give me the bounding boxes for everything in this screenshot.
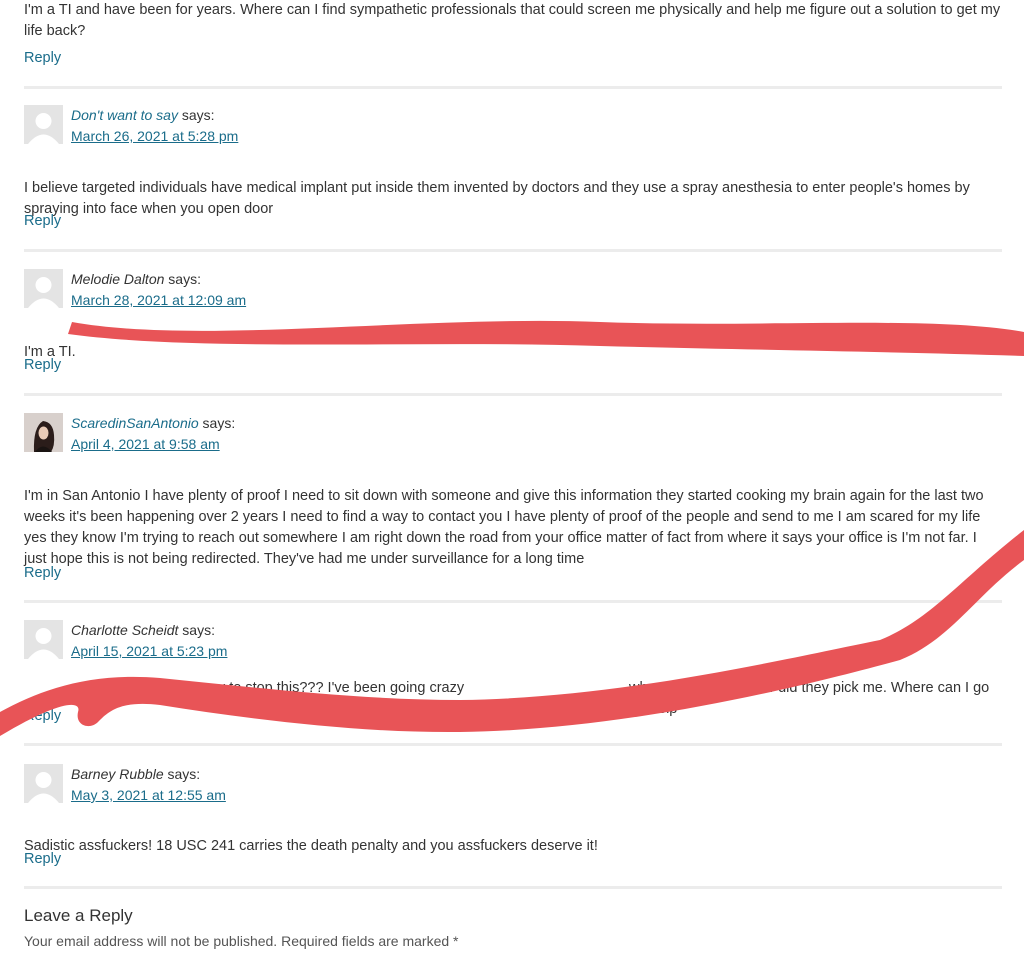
says-label: says: [181,107,215,123]
comment-date[interactable]: March 26, 2021 at 5:28 pm [71,126,238,146]
comment-date[interactable]: May 3, 2021 at 12:55 am [71,785,226,805]
avatar [24,413,63,452]
reply-link[interactable]: Reply [24,565,61,581]
comment-meta: ScaredinSanAntonio says: [71,413,235,433]
comment-body: I believe targeted individuals have medi… [24,179,970,217]
separator [24,886,1002,889]
avatar [24,105,63,144]
comment-author: Charlotte Scheidt [71,622,179,638]
comment-body: I'm a TI and have been for years. Where … [24,2,1001,39]
avatar [24,764,63,803]
user-silhouette-icon [24,764,63,803]
comment-date[interactable]: April 15, 2021 at 5:23 pm [71,641,227,661]
says-label: says: [202,415,236,431]
comment-date[interactable]: April 4, 2021 at 9:58 am [71,434,220,454]
says-label: says: [182,622,215,638]
avatar [24,620,63,659]
says-label: says: [168,271,201,287]
comment-meta: Barney Rubble says: [71,764,200,784]
separator [24,393,1002,396]
comment-body: I'm in San Antonio I have plenty of proo… [24,487,984,567]
leave-reply-heading: Leave a Reply [24,906,133,925]
separator [24,743,1002,746]
comment-author: Barney Rubble [71,766,164,782]
separator [24,86,1002,89]
comment-author: Melodie Dalton [71,271,165,287]
comment-body: Sadistic assfuckers! 18 USC 241 carries … [24,837,598,854]
reply-link[interactable]: Reply [24,213,61,229]
user-silhouette-icon [24,269,63,308]
separator [24,249,1002,252]
user-silhouette-icon [24,105,63,144]
comment-date[interactable]: March 28, 2021 at 12:09 am [71,290,246,310]
avatar [24,269,63,308]
comment-meta: Charlotte Scheidt says: [71,620,215,640]
says-label: says: [167,766,201,782]
reply-link[interactable]: Reply [24,851,61,867]
comment-body-visible-left: anyway to stop this??? I've been going c… [176,680,465,696]
comment-body-visible-right: why and why me. How did they pick me. Wh… [629,680,990,717]
comment-meta: Don't want to say says: [71,105,215,125]
separator [24,600,1002,603]
comment-body: I'm a TI. [24,343,76,360]
comment-notes: Your email address will not be published… [24,933,459,949]
comment-meta: Melodie Dalton says: [71,269,201,289]
comment-author[interactable]: Don't want to say [71,107,178,123]
user-silhouette-icon [24,620,63,659]
profile-photo-icon [24,413,63,452]
reply-link[interactable]: Reply [24,50,61,66]
reply-link[interactable]: Reply [24,357,61,373]
comment-author[interactable]: ScaredinSanAntonio [71,415,199,431]
reply-link[interactable]: Reply [24,708,61,724]
